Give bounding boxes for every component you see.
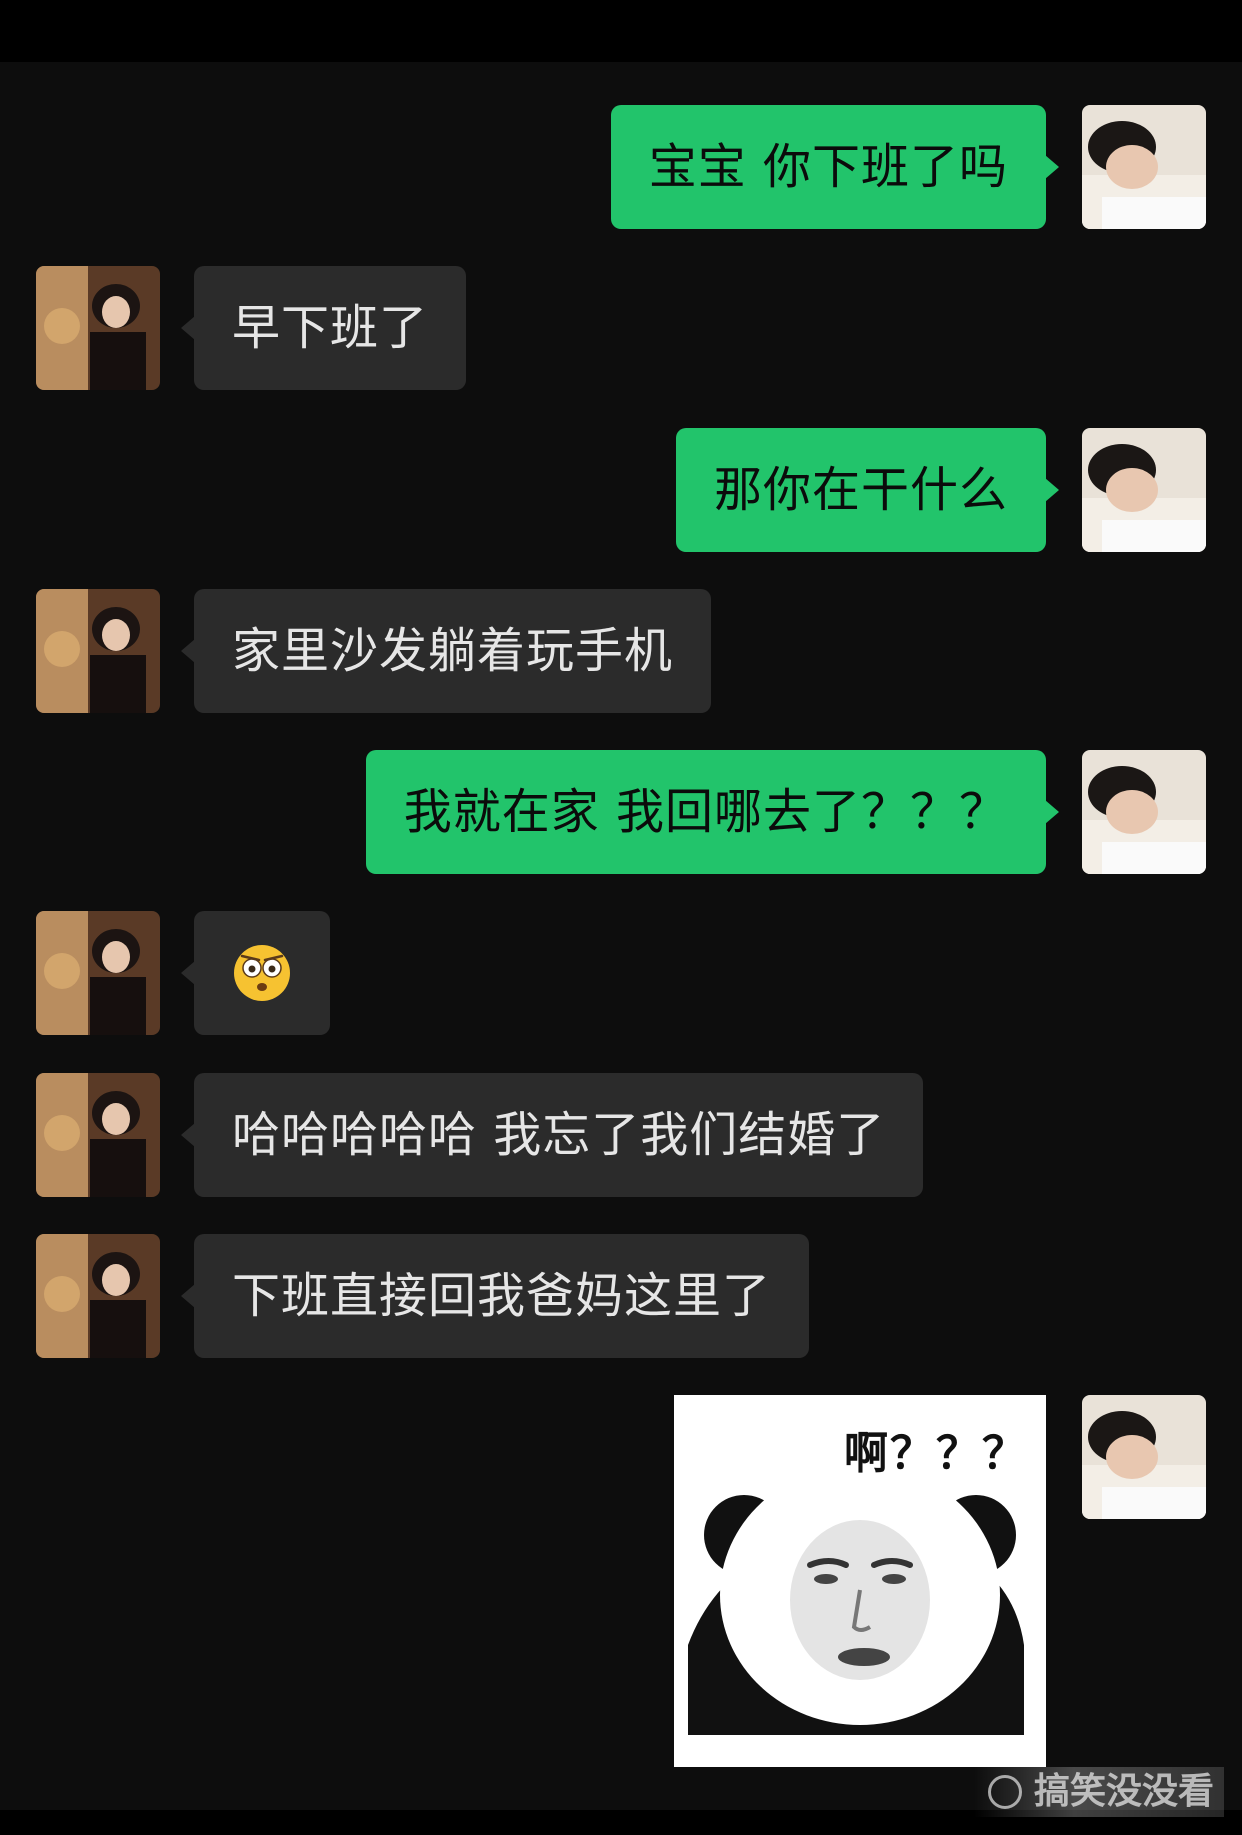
contact-avatar-image xyxy=(36,589,160,713)
contact-avatar-image xyxy=(36,1073,160,1197)
panda-face-sticker[interactable]: 啊？？？ xyxy=(674,1395,1046,1767)
incoming-emoji-bubble[interactable] xyxy=(181,911,330,1035)
contact-avatar[interactable] xyxy=(36,911,160,1035)
self-avatar-image xyxy=(1082,428,1206,552)
self-avatar[interactable] xyxy=(1082,428,1206,552)
watermark-text: 搞笑没没看 xyxy=(1033,1771,1214,1812)
self-avatar[interactable] xyxy=(1082,105,1206,229)
self-avatar-image xyxy=(1082,750,1206,874)
outgoing-message-bubble[interactable]: 宝宝 你下班了吗 xyxy=(610,105,1060,229)
self-avatar-image xyxy=(1082,1395,1206,1519)
incoming-message-bubble[interactable]: 家里沙发躺着玩手机 xyxy=(180,589,712,713)
outgoing-message-bubble[interactable]: 我就在家 我回哪去了？？？ xyxy=(365,750,1060,874)
watermark: 搞笑没没看 xyxy=(973,1767,1224,1817)
contact-avatar-image xyxy=(36,1234,160,1358)
contact-avatar[interactable] xyxy=(36,266,160,390)
contact-avatar-image xyxy=(36,911,160,1035)
sticker-caption: 啊？？？ xyxy=(844,1428,1028,1479)
status-bar xyxy=(0,0,1242,62)
outgoing-message-bubble[interactable]: 那你在干什么 xyxy=(675,428,1060,552)
contact-avatar[interactable] xyxy=(36,589,160,713)
chat-message-list[interactable]: 宝宝 你下班了吗 早下班了 那你在干什么 家里沙发躺着玩手机 我就在家 我回哪去… xyxy=(0,62,1242,1810)
contact-avatar[interactable] xyxy=(36,1073,160,1197)
surprised-flushed-emoji-icon xyxy=(234,945,290,1001)
self-avatar[interactable] xyxy=(1082,750,1206,874)
incoming-message-bubble[interactable]: 哈哈哈哈哈 我忘了我们结婚了 xyxy=(180,1073,924,1197)
contact-avatar[interactable] xyxy=(36,1234,160,1358)
self-avatar-image xyxy=(1082,105,1206,229)
self-avatar[interactable] xyxy=(1082,1395,1206,1519)
watermark-logo-icon xyxy=(987,1775,1022,1809)
incoming-message-bubble[interactable]: 早下班了 xyxy=(180,266,467,390)
contact-avatar-image xyxy=(36,266,160,390)
incoming-message-bubble[interactable]: 下班直接回我爸妈这里了 xyxy=(180,1234,810,1358)
